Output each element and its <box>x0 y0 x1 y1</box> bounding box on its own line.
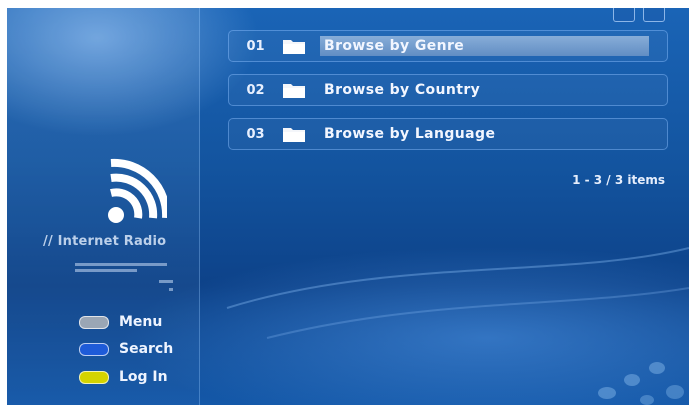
sidebar: // Internet Radio Menu Search Log In <box>7 8 200 405</box>
legend-search[interactable]: Search <box>79 339 173 359</box>
info-line <box>75 263 167 266</box>
item-number: 02 <box>246 82 265 98</box>
top-button-right[interactable] <box>643 8 665 22</box>
wifi-radio-icon <box>108 158 167 223</box>
item-number: 03 <box>246 126 265 142</box>
item-count: 1 - 3 / 3 items <box>572 173 665 187</box>
yellow-button-icon <box>79 370 109 384</box>
item-label: Browse by Genre <box>320 36 649 56</box>
folder-icon <box>283 128 305 142</box>
info-line <box>75 269 137 272</box>
list-item-browse-genre[interactable]: 01 Browse by Genre <box>228 30 668 62</box>
item-number: 01 <box>246 38 265 54</box>
legend-menu[interactable]: Menu <box>79 312 162 332</box>
info-line <box>169 288 173 291</box>
list-item-browse-country[interactable]: 02 Browse by Country <box>228 74 668 106</box>
legend-search-label: Search <box>119 341 174 357</box>
legend-login[interactable]: Log In <box>79 367 168 387</box>
section-title: // Internet Radio <box>43 234 167 249</box>
blue-button-icon <box>79 342 109 356</box>
gray-button-icon <box>79 315 109 329</box>
list-item-browse-language[interactable]: 03 Browse by Language <box>228 118 668 150</box>
item-label: Browse by Country <box>324 82 481 98</box>
legend-menu-label: Menu <box>119 314 163 330</box>
info-line <box>159 280 173 283</box>
folder-icon <box>283 84 305 98</box>
top-button-left[interactable] <box>613 8 635 22</box>
tv-screen: // Internet Radio Menu Search Log In 01 … <box>7 8 689 405</box>
legend-login-label: Log In <box>119 369 168 385</box>
item-label: Browse by Language <box>324 126 496 142</box>
folder-icon <box>283 40 305 54</box>
